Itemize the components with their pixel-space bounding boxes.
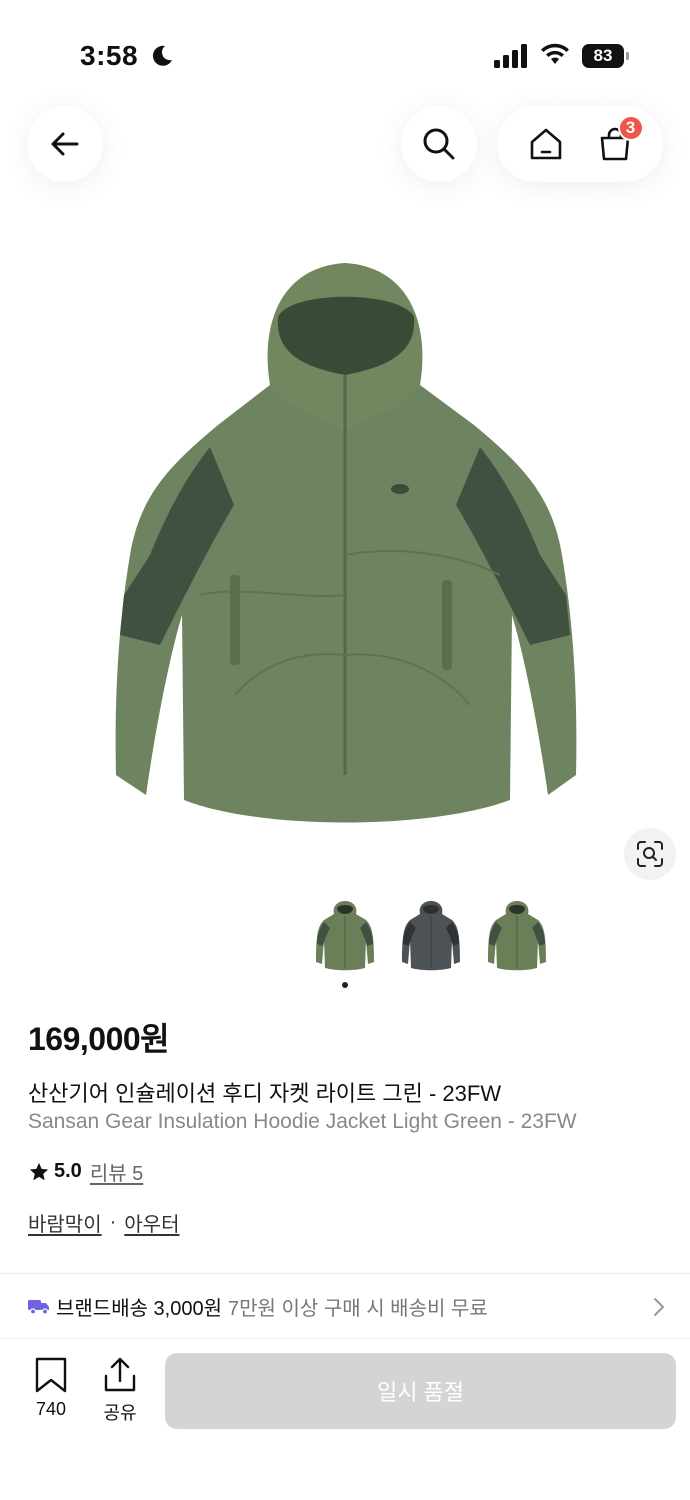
signal-icon (494, 44, 527, 68)
rating-row: 5.0 리뷰 5 (28, 1157, 143, 1186)
battery-icon: 83 (582, 44, 630, 68)
review-link[interactable]: 리뷰 5 (90, 1157, 143, 1186)
cart-count-badge: 3 (617, 115, 644, 141)
category-link-windbreaker[interactable]: 바람막이 (28, 1208, 102, 1237)
search-button[interactable] (401, 106, 477, 182)
shipping-note: 7만원 이상 구매 시 배송비 무료 (228, 1297, 488, 1320)
wifi-icon (541, 43, 569, 64)
bottom-action-bar: 740 공유 일시 품절 (0, 1338, 690, 1500)
arrow-left-icon (51, 132, 79, 156)
share-button[interactable]: 공유 (92, 1357, 148, 1425)
bookmark-icon (35, 1357, 67, 1393)
thumbnail-2[interactable] (400, 900, 462, 972)
cart-button[interactable]: 3 (590, 115, 644, 169)
thumbnail-1[interactable] (314, 900, 376, 972)
product-image[interactable] (100, 255, 590, 835)
thumbnail-3[interactable] (486, 900, 548, 972)
category-link-outer[interactable]: 아우터 (124, 1208, 179, 1237)
share-icon (104, 1357, 136, 1392)
wishlist-button[interactable]: 740 (23, 1357, 79, 1420)
category-breadcrumb: 바람막이 · 아우터 (28, 1208, 179, 1237)
home-icon (530, 128, 561, 160)
chevron-right-icon (654, 1298, 664, 1316)
home-button[interactable] (521, 119, 571, 169)
image-search-button[interactable] (624, 828, 676, 880)
search-icon (423, 128, 455, 160)
rating-value: 5.0 (54, 1160, 82, 1182)
shipping-label: 브랜드배송 3,000원 (56, 1297, 223, 1320)
battery-level: 83 (582, 44, 624, 68)
carousel-indicator-active (342, 982, 348, 988)
status-bar: 3:58 83 (0, 0, 690, 110)
lens-search-icon (637, 841, 663, 867)
moon-icon (152, 45, 172, 66)
nav-pill: 3 (497, 106, 663, 182)
color-thumbnails (310, 900, 552, 976)
product-title-en: Sansan Gear Insulation Hoodie Jacket Lig… (28, 1110, 577, 1133)
truck-icon (28, 1300, 49, 1315)
star-icon (29, 1162, 49, 1180)
category-separator: · (109, 1211, 117, 1233)
share-label: 공유 (103, 1403, 137, 1423)
shipping-info-row[interactable]: 브랜드배송 3,000원 7만원 이상 구매 시 배송비 무료 (0, 1274, 690, 1338)
product-price: 169,000원 (28, 1021, 170, 1057)
wishlist-count: 740 (35, 1399, 67, 1419)
sold-out-button[interactable]: 일시 품절 (165, 1353, 676, 1429)
battery-cap (626, 52, 629, 60)
back-button[interactable] (27, 106, 103, 182)
status-time: 3:58 (80, 40, 139, 71)
product-title-ko: 산산기어 인슐레이션 후디 자켓 라이트 그린 - 23FW (28, 1081, 502, 1106)
